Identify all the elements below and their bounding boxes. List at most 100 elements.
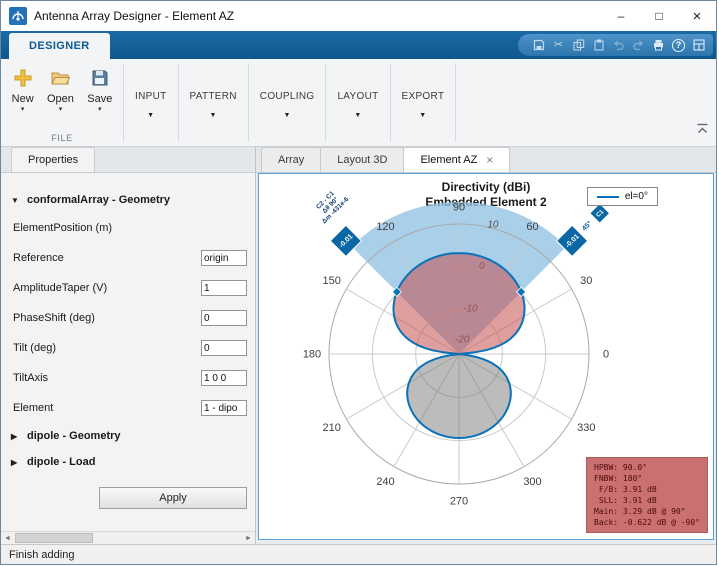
section-header-dipole-geometry[interactable]: ▶dipole - Geometry: [11, 423, 247, 449]
svg-text:10: 10: [487, 219, 499, 230]
doc-tab-element-az[interactable]: Element AZ×: [403, 147, 510, 172]
open-button[interactable]: Open ▾: [44, 67, 77, 114]
section-header-dipole-load[interactable]: ▶dipole - Load: [11, 449, 247, 475]
section-header-conformalarray-geometry[interactable]: ▼conformalArray - Geometry: [11, 187, 247, 213]
svg-text:45°: 45°: [580, 219, 593, 232]
close-button[interactable]: ×: [678, 1, 716, 31]
new-button[interactable]: New ▾: [9, 67, 37, 114]
svg-text:30: 30: [580, 275, 592, 287]
main-area: Properties ▼conformalArray - Geometry Ele…: [1, 147, 716, 544]
window-controls: – □ ×: [602, 1, 716, 31]
save-icon[interactable]: [532, 39, 545, 52]
doc-tab-array[interactable]: Array: [261, 147, 321, 172]
cut-icon[interactable]: ✂: [552, 39, 565, 52]
figure-panel: ArrayLayout 3DElement AZ× Directivity (d…: [256, 147, 716, 544]
chevron-down-icon: ▾: [21, 107, 25, 113]
tab-properties[interactable]: Properties: [11, 147, 95, 172]
property-row-amplitudetaper-v: AmplitudeTaper (V): [11, 273, 247, 303]
copy-icon[interactable]: [572, 39, 585, 52]
property-row-tiltaxis: TiltAxis: [11, 363, 247, 393]
expand-icon: ▶: [11, 458, 21, 467]
document-tabbar: ArrayLayout 3DElement AZ×: [256, 147, 716, 173]
scroll-left-icon[interactable]: ◄: [1, 532, 14, 544]
cursor-delta-annotation: C2 - C1Δθ 90°Δm -431e-6: [311, 185, 351, 225]
doc-tab-layout-3d[interactable]: Layout 3D: [320, 147, 404, 172]
property-row-element: Element: [11, 393, 247, 423]
chevron-down-icon: ▼: [147, 112, 154, 119]
ribbon-dropdown-export[interactable]: EXPORT▼: [391, 59, 456, 146]
save-button[interactable]: Save ▾: [84, 67, 115, 114]
svg-text:270: 270: [450, 496, 468, 508]
svg-text:90: 90: [453, 202, 465, 214]
property-label: ElementPosition (m): [13, 222, 112, 234]
scroll-right-icon[interactable]: ►: [242, 532, 255, 544]
legend: el=0°: [587, 187, 658, 206]
property-input-element[interactable]: [201, 400, 247, 416]
property-label: AmplitudeTaper (V): [13, 282, 107, 294]
property-row-tilt-deg: Tilt (deg): [11, 333, 247, 363]
back-lobe: [407, 354, 511, 438]
layout-icon[interactable]: [692, 39, 705, 52]
stats-readout: HPBW: 90.0° FNBW: 180° F/B: 3.91 dB SLL:…: [586, 457, 708, 533]
property-input-tiltaxis[interactable]: [201, 370, 247, 386]
chevron-down-icon: ▼: [284, 112, 291, 119]
property-input-tilt-deg[interactable]: [201, 340, 247, 356]
toolstrip-tab-row: DESIGNER ✂ ?: [1, 31, 716, 59]
file-section: New ▾ Open ▾ Save ▾ FI: [1, 59, 123, 146]
property-label: PhaseShift (deg): [13, 312, 95, 324]
property-label: Tilt (deg): [13, 342, 56, 354]
quick-access-toolbar: ✂ ?: [518, 34, 713, 56]
status-bar: Finish adding: [1, 544, 716, 564]
open-icon: [50, 68, 70, 91]
svg-text:330: 330: [577, 422, 595, 434]
apply-button[interactable]: Apply: [99, 487, 247, 509]
chevron-down-icon: ▼: [419, 112, 426, 119]
ribbon-dropdown-pattern[interactable]: PATTERN▼: [179, 59, 248, 146]
property-row-phaseshift-deg: PhaseShift (deg): [11, 303, 247, 333]
properties-panel: Properties ▼conformalArray - Geometry Ele…: [1, 147, 256, 544]
svg-text:180: 180: [303, 349, 321, 361]
app-icon: [9, 7, 27, 25]
chevron-down-icon: ▾: [98, 107, 102, 113]
ribbon-dropdown-coupling[interactable]: COUPLING▼: [249, 59, 326, 146]
paste-icon[interactable]: [592, 39, 605, 52]
figure-element-az[interactable]: Directivity (dBi) Embedded Element 2 030…: [258, 173, 714, 540]
svg-text:300: 300: [523, 476, 541, 488]
collapse-icon: ▼: [11, 196, 21, 205]
maximize-button[interactable]: □: [640, 1, 678, 31]
collapse-ribbon-button[interactable]: [694, 122, 710, 136]
redo-icon[interactable]: [632, 39, 645, 52]
svg-text:120: 120: [376, 221, 394, 233]
properties-tabbar: Properties: [1, 147, 255, 173]
title-bar: Antenna Array Designer - Element AZ – □ …: [1, 1, 716, 31]
minimize-button[interactable]: –: [602, 1, 640, 31]
property-row-elementposition-m: ElementPosition (m): [11, 213, 247, 243]
property-row-reference: Reference: [11, 243, 247, 273]
expand-icon: ▶: [11, 432, 21, 441]
undo-icon[interactable]: [612, 39, 625, 52]
property-input-amplitudetaper-v[interactable]: [201, 280, 247, 296]
ribbon-toolbar: New ▾ Open ▾ Save ▾ FI: [1, 59, 716, 147]
svg-text:150: 150: [323, 275, 341, 287]
svg-text:210: 210: [323, 422, 341, 434]
properties-body: ▼conformalArray - Geometry ElementPositio…: [1, 173, 255, 509]
print-icon[interactable]: [652, 39, 665, 52]
svg-text:0: 0: [603, 349, 609, 361]
svg-text:C2 - C1Δθ 90°Δm -431e-6: C2 - C1Δθ 90°Δm -431e-6: [311, 185, 351, 225]
ribbon-dropdown-sections: INPUT▼PATTERN▼COUPLING▼LAYOUT▼EXPORT▼: [123, 59, 456, 146]
close-tab-icon[interactable]: ×: [486, 154, 493, 166]
property-label: Reference: [13, 252, 64, 264]
chevron-down-icon: ▾: [59, 107, 63, 113]
horizontal-scrollbar[interactable]: ◄ ►: [1, 531, 255, 544]
chevron-down-icon: ▼: [354, 112, 361, 119]
ribbon-dropdown-input[interactable]: INPUT▼: [124, 59, 178, 146]
window-title: Antenna Array Designer - Element AZ: [34, 9, 234, 23]
ribbon-dropdown-layout[interactable]: LAYOUT▼: [326, 59, 389, 146]
tab-designer[interactable]: DESIGNER: [9, 33, 110, 59]
app-window: Antenna Array Designer - Element AZ – □ …: [0, 0, 717, 565]
help-icon[interactable]: ?: [672, 39, 685, 52]
scrollbar-thumb[interactable]: [15, 533, 93, 543]
property-input-phaseshift-deg[interactable]: [201, 310, 247, 326]
property-label: Element: [13, 402, 53, 414]
property-input-reference[interactable]: [201, 250, 247, 266]
